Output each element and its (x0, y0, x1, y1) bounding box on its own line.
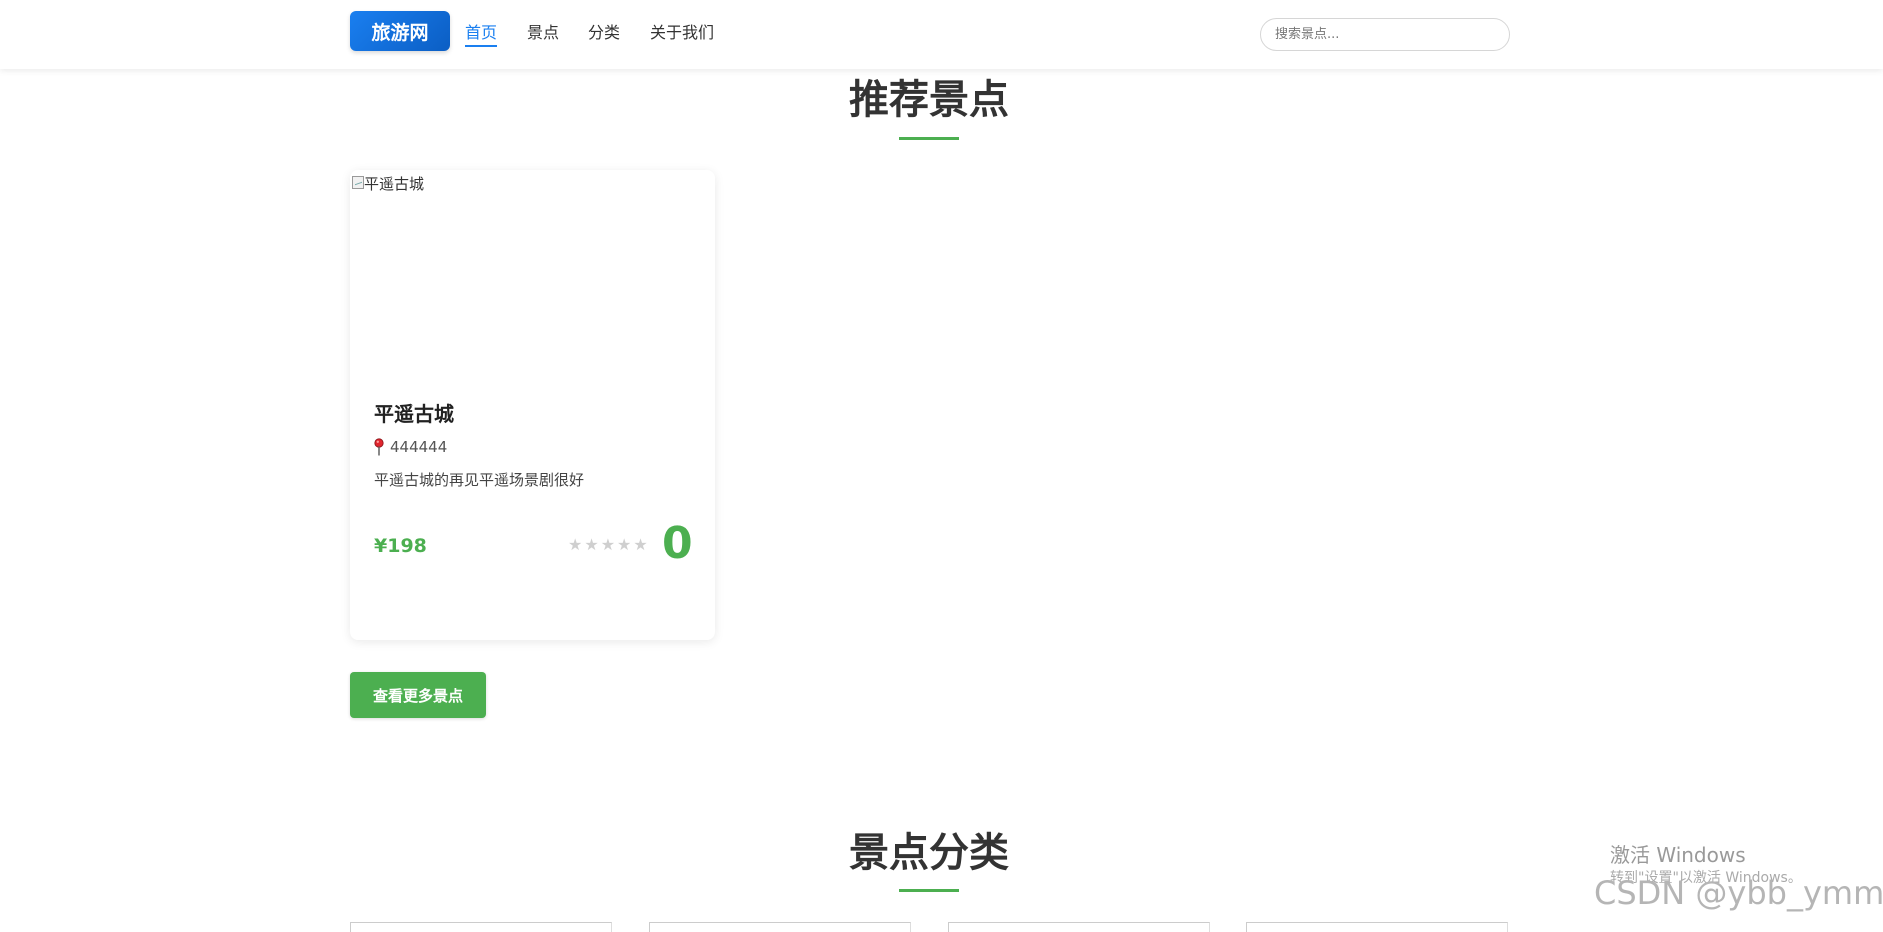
attraction-card[interactable]: 平遥古城 平遥古城 444444 平遥古城的再见平遥场景剧很好 ¥198 ★ ★ ★… (350, 170, 715, 640)
star-icon: ★ (584, 535, 599, 554)
title-underline (899, 889, 959, 892)
search-input[interactable] (1260, 18, 1510, 51)
attraction-location: 444444 (390, 438, 448, 456)
attraction-image: 平遥古城 (350, 170, 715, 370)
star-icon: ★ (617, 535, 632, 554)
star-rating: ★ ★ ★ ★ ★ (568, 534, 648, 556)
star-icon: ★ (600, 535, 616, 554)
categories-section-title: 景点分类 (849, 830, 1009, 876)
top-navbar: 旅游网 首页 景点 分类 关于我们 (0, 0, 1883, 69)
attraction-price: ¥198 (374, 535, 427, 557)
star-icon: ★ (633, 535, 648, 554)
attraction-description: 平遥古城的再见平遥场景剧很好 (374, 471, 585, 489)
nav-link-home[interactable]: 首页 (465, 22, 498, 47)
rating-score: 0 (662, 518, 693, 569)
attraction-name: 平遥古城 (374, 402, 454, 426)
nav-link-categories[interactable]: 分类 (588, 22, 620, 44)
category-card[interactable] (1246, 922, 1508, 932)
windows-activation-title: 激活 Windows (1610, 843, 1746, 867)
category-card[interactable] (948, 922, 1210, 932)
recommended-section-title: 推荐景点 (849, 77, 1009, 123)
csdn-watermark: CSDN @ybb_ymm (1594, 874, 1883, 912)
category-card[interactable] (649, 922, 911, 932)
nav-link-attractions[interactable]: 景点 (527, 22, 559, 44)
site-logo[interactable]: 旅游网 (350, 11, 450, 51)
nav-link-about[interactable]: 关于我们 (650, 22, 714, 44)
image-alt-text: 平遥古城 (364, 175, 425, 193)
location-pin-icon (374, 438, 384, 456)
view-more-attractions-button[interactable]: 查看更多景点 (350, 672, 486, 718)
broken-image-icon (352, 176, 364, 189)
star-icon: ★ (568, 535, 583, 554)
title-underline (899, 137, 959, 140)
category-card[interactable] (350, 922, 612, 932)
